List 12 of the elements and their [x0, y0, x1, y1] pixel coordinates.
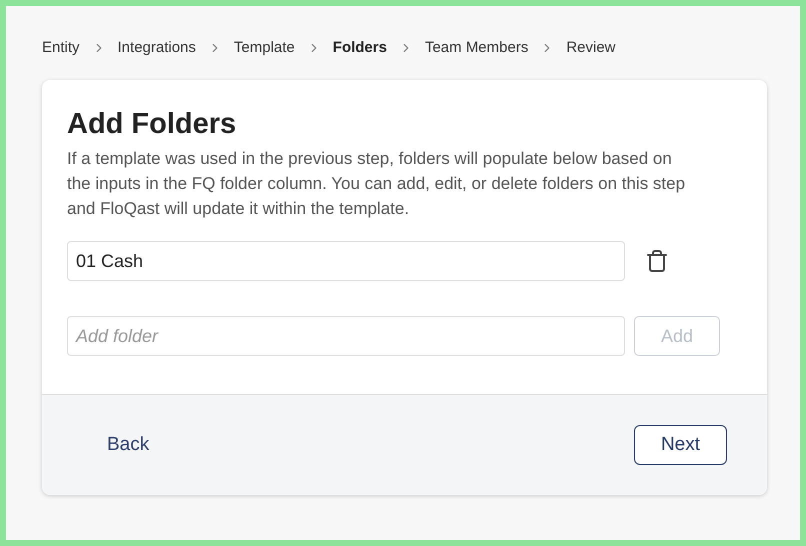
description-text: If a template was used in the previous step, folders will populate below based on the inputs in the FQ folder column. You can add, edit, or delete folders on this step and FloQast will update it within the template. [67, 148, 686, 220]
breadcrumb-link[interactable]: Review [566, 36, 616, 60]
back-button[interactable]: Back [92, 424, 164, 466]
breadcrumb-link[interactable]: Team Members [424, 36, 528, 60]
next-button[interactable]: Next [634, 425, 727, 465]
breadcrumb-link[interactable]: Template [234, 36, 295, 60]
breadcrumb-link[interactable]: Folders [332, 36, 387, 60]
breadcrumb-link[interactable]: Entity [42, 36, 80, 60]
page-title: Add Folders [67, 107, 238, 142]
breadcrumb-link[interactable]: Integrations [118, 36, 196, 60]
folder-field[interactable]: 01 Cash [67, 241, 625, 281]
trash-icon [645, 249, 669, 273]
